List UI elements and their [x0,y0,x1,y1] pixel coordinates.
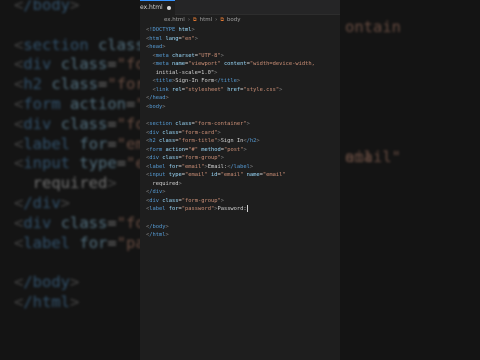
code-line[interactable]: required> [140,180,340,189]
breadcrumb-item-html[interactable]: html [200,17,213,23]
tab-bar: ex.html [140,0,340,15]
text-cursor [246,205,248,213]
background-code-line: </body> [14,0,80,14]
code-line[interactable] [140,214,340,223]
background-code-line: </div> [14,194,71,212]
background-code-line: required> [14,174,117,193]
breadcrumb: ex.html › ⧉ html › ⧉ body [140,15,340,25]
code-line[interactable] [140,111,340,120]
background-code-fragment: ontain [345,18,401,36]
background-code-fragment: ail [345,148,373,166]
tab-filename: ex.html [140,4,163,11]
chevron-right-icon: › [187,17,191,23]
code-line[interactable]: <meta charset="UTF-8"> [140,52,340,61]
code-line[interactable]: </div> [140,188,340,197]
code-line[interactable]: <form action="#" method="post"> [140,146,340,155]
code-editor: ex.html ex.html › ⧉ html › ⧉ body <!DOCT… [140,0,340,360]
code-line[interactable]: <link rel="stylesheet" href="style.css"> [140,86,340,95]
code-line[interactable]: <body> [140,103,340,112]
code-line[interactable]: <label for="email">Email:</label> [140,163,340,172]
code-line[interactable]: </head> [140,94,340,103]
code-line[interactable]: <input type="email" id="email" name="ema… [140,171,340,180]
background-code-line: </body> [14,273,80,292]
code-line[interactable]: <div class="form-card"> [140,129,340,138]
editor-tab[interactable]: ex.html [140,0,175,15]
code-line[interactable]: initial-scale=1.0"> [140,69,340,78]
html-tag-icon: ⧉ [220,17,224,23]
code-line[interactable]: </body> [140,223,340,232]
code-line[interactable]: <!DOCTYPE html> [140,26,340,35]
code-line[interactable]: <meta name="viewport" content="width=dev… [140,60,340,69]
code-line[interactable]: <title>Sign-In Form</title> [140,77,340,86]
breadcrumb-item-file[interactable]: ex.html [164,17,185,23]
chevron-right-icon: › [215,17,218,23]
code-line[interactable]: <label for="password">Password: [140,205,340,214]
code-line[interactable]: <head> [140,43,340,52]
code-line[interactable]: <html lang="en"> [140,35,340,44]
code-line[interactable]: </html> [140,231,340,240]
code-line[interactable]: <div class="form-group"> [140,154,340,163]
code-area[interactable]: <!DOCTYPE html> <html lang="en"> <head> <m… [140,25,340,240]
breadcrumb-item-body[interactable]: body [227,17,241,23]
background-code-line: </html> [14,293,80,311]
html-tag-icon: ⧉ [193,17,197,23]
code-line[interactable]: <section class="form-container"> [140,120,340,129]
code-line[interactable]: <div class="form-group"> [140,197,340,206]
code-line[interactable]: <h2 class="form-title">Sign In</h2> [140,137,340,146]
unsaved-dot-icon[interactable] [166,5,171,10]
